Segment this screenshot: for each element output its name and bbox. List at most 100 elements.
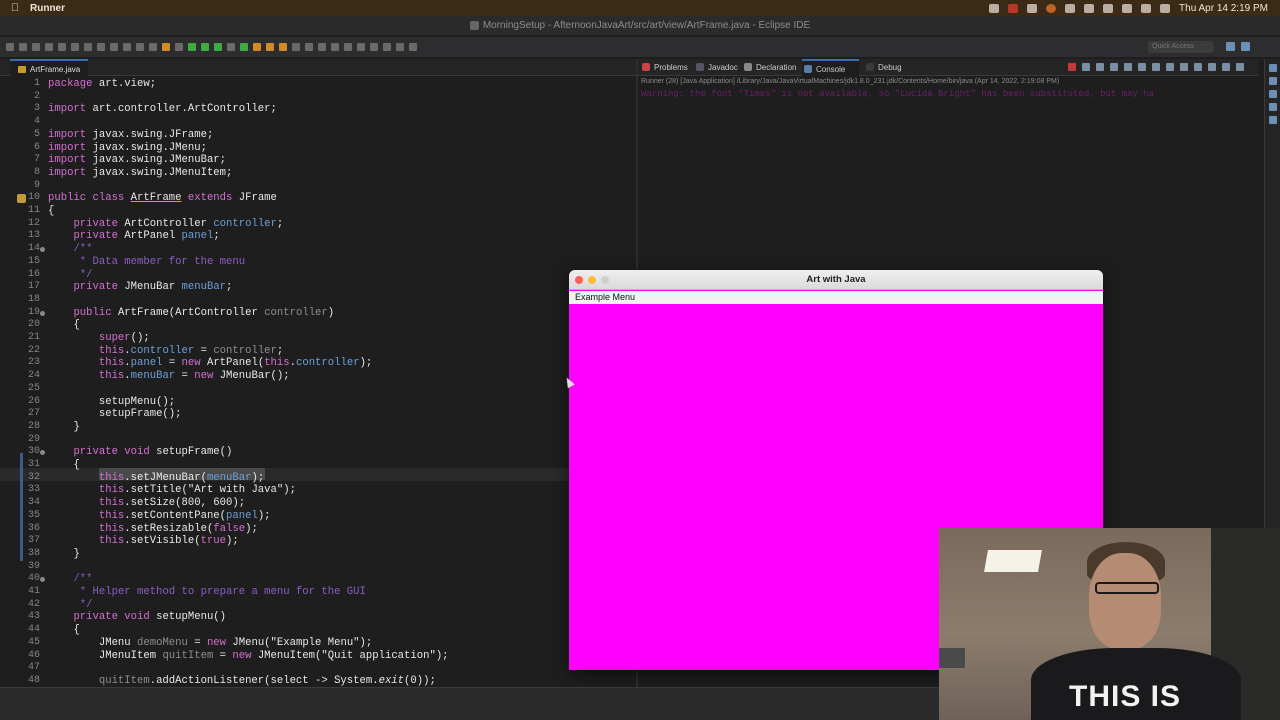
code-line[interactable]: 13 private ArtPanel panel; bbox=[0, 230, 636, 243]
tab-problems[interactable]: Problems bbox=[640, 59, 688, 76]
code-line[interactable]: 21 super(); bbox=[0, 332, 636, 345]
bluetooth-icon[interactable] bbox=[1084, 3, 1095, 13]
code-line[interactable]: 7 import javax.swing.JMenuBar; bbox=[0, 154, 636, 167]
tab-javadoc[interactable]: Javadoc bbox=[694, 59, 738, 76]
show-on-error-icon[interactable] bbox=[1166, 63, 1174, 71]
tab-debug[interactable]: Debug bbox=[864, 59, 902, 76]
code-line[interactable]: 47 bbox=[0, 662, 636, 675]
history-icon[interactable] bbox=[1268, 116, 1277, 124]
code-line[interactable]: 3 import art.controller.ArtController; bbox=[0, 103, 636, 116]
code-line[interactable]: 16 */ bbox=[0, 269, 636, 282]
code-line[interactable]: 23 this.panel = new ArtPanel(this.contro… bbox=[0, 357, 636, 370]
menubar-clock[interactable]: Thu Apr 14 2:19 PM bbox=[1179, 3, 1268, 14]
open-type-icon[interactable] bbox=[279, 43, 287, 51]
app-title-bar[interactable]: Art with Java bbox=[569, 270, 1103, 290]
code-line[interactable]: 30 private void setupFrame() bbox=[0, 446, 636, 459]
apple-icon[interactable]:  bbox=[0, 2, 30, 14]
toggle-block-selection-icon[interactable] bbox=[318, 43, 326, 51]
ant-icon[interactable] bbox=[162, 43, 170, 51]
clear-console-icon[interactable] bbox=[1110, 63, 1118, 71]
last-edit-icon[interactable] bbox=[370, 43, 378, 51]
code-line[interactable]: 1 package art.view; bbox=[0, 78, 636, 91]
remove-all-icon[interactable] bbox=[1096, 63, 1104, 71]
code-line[interactable]: 34 this.setSize(800, 600); bbox=[0, 497, 636, 510]
navigator-icon[interactable] bbox=[1268, 103, 1277, 111]
record-icon[interactable] bbox=[1008, 3, 1019, 13]
code-line[interactable]: 4 bbox=[0, 116, 636, 129]
maximize-icon[interactable] bbox=[1236, 63, 1244, 71]
quick-access-field[interactable]: Quick Access bbox=[1148, 41, 1214, 53]
code-line[interactable]: 42 */ bbox=[0, 599, 636, 612]
code-line[interactable]: 33 this.setTitle("Art with Java"); bbox=[0, 484, 636, 497]
search-icon[interactable] bbox=[1141, 3, 1152, 13]
code-line[interactable]: 2 bbox=[0, 91, 636, 104]
code-line[interactable]: 36 this.setResizable(false); bbox=[0, 523, 636, 536]
print-icon[interactable] bbox=[45, 43, 53, 51]
code-line[interactable]: 14 /** bbox=[0, 243, 636, 256]
code-line[interactable]: 41 * Helper method to prepare a menu for… bbox=[0, 586, 636, 599]
save-icon[interactable] bbox=[19, 43, 27, 51]
code-line[interactable]: 32 this.setJMenuBar(menuBar); bbox=[0, 472, 636, 485]
app-menu-runner[interactable]: Runner bbox=[30, 3, 65, 14]
fold-toggle-icon[interactable] bbox=[40, 310, 45, 316]
show-on-output-icon[interactable] bbox=[1152, 63, 1160, 71]
save-all-icon[interactable] bbox=[32, 43, 40, 51]
status-icon-1[interactable] bbox=[989, 3, 1000, 13]
resume-icon[interactable] bbox=[71, 43, 79, 51]
debug-icon[interactable] bbox=[188, 43, 196, 51]
step-into-icon[interactable] bbox=[110, 43, 118, 51]
search-toolbar-icon[interactable] bbox=[292, 43, 300, 51]
control-center-icon[interactable] bbox=[1160, 3, 1171, 13]
code-line[interactable]: 43 private void setupMenu() bbox=[0, 611, 636, 624]
show-whitespace-icon[interactable] bbox=[331, 43, 339, 51]
step-return-icon[interactable] bbox=[136, 43, 144, 51]
code-line[interactable]: 48 quitItem.addActionListener(select -> … bbox=[0, 675, 636, 687]
fold-toggle-icon[interactable] bbox=[40, 450, 45, 456]
prev-annotation-icon[interactable] bbox=[357, 43, 365, 51]
new-class-icon[interactable] bbox=[266, 43, 274, 51]
code-line[interactable]: 22 this.controller = controller; bbox=[0, 345, 636, 358]
code-line[interactable]: 45 JMenu demoMenu = new JMenu("Example M… bbox=[0, 637, 636, 650]
code-line[interactable]: 25 bbox=[0, 383, 636, 396]
fold-toggle-icon[interactable] bbox=[40, 577, 45, 583]
tab-console[interactable]: Console bbox=[802, 59, 860, 76]
display-console-icon[interactable] bbox=[1194, 63, 1202, 71]
firefox-icon[interactable] bbox=[1046, 3, 1057, 13]
next-annotation-icon[interactable] bbox=[344, 43, 352, 51]
remove-launch-icon[interactable] bbox=[1082, 63, 1090, 71]
code-line[interactable]: 19 public ArtFrame(ArtController control… bbox=[0, 307, 636, 320]
battery-icon[interactable] bbox=[1103, 3, 1114, 13]
forward-icon[interactable] bbox=[396, 43, 404, 51]
coverage-icon[interactable] bbox=[214, 43, 222, 51]
open-console-icon[interactable] bbox=[1208, 63, 1216, 71]
open-perspective-icon[interactable] bbox=[1226, 42, 1235, 51]
code-line[interactable]: 5 import javax.swing.JFrame; bbox=[0, 129, 636, 142]
close-window-button[interactable] bbox=[575, 276, 583, 284]
code-line[interactable]: 37 this.setVisible(true); bbox=[0, 535, 636, 548]
run-icon[interactable] bbox=[201, 43, 209, 51]
terminate-console-icon[interactable] bbox=[1068, 63, 1076, 71]
code-line[interactable]: 9 bbox=[0, 180, 636, 193]
code-line[interactable]: 15 * Data member for the menu bbox=[0, 256, 636, 269]
code-line[interactable]: 31 { bbox=[0, 459, 636, 472]
code-line[interactable]: 8 import javax.swing.JMenuItem; bbox=[0, 167, 636, 180]
new-icon[interactable] bbox=[6, 43, 14, 51]
code-line[interactable]: 28 } bbox=[0, 421, 636, 434]
code-line[interactable]: 6 import javax.swing.JMenu; bbox=[0, 142, 636, 155]
code-line[interactable]: 44 { bbox=[0, 624, 636, 637]
code-line[interactable]: 24 this.menuBar = new JMenuBar(); bbox=[0, 370, 636, 383]
code-editor[interactable]: 1 package art.view; 2 3 import art.controlle… bbox=[0, 77, 636, 687]
code-line[interactable]: 27 setupFrame(); bbox=[0, 408, 636, 421]
word-wrap-icon[interactable] bbox=[1138, 63, 1146, 71]
tab-declaration[interactable]: Declaration bbox=[742, 59, 796, 76]
external-tools-icon[interactable] bbox=[227, 43, 235, 51]
code-line[interactable]: 40 /** bbox=[0, 573, 636, 586]
window-icon[interactable] bbox=[1027, 3, 1038, 13]
code-line[interactable]: 18 bbox=[0, 294, 636, 307]
toggle-mark-occurrences-icon[interactable] bbox=[305, 43, 313, 51]
code-line[interactable]: 29 bbox=[0, 434, 636, 447]
volume-icon[interactable] bbox=[1065, 3, 1076, 13]
code-line[interactable]: 12 private ArtController controller; bbox=[0, 218, 636, 231]
skip-breakpoints-icon[interactable] bbox=[58, 43, 66, 51]
code-line[interactable]: 35 this.setContentPane(panel); bbox=[0, 510, 636, 523]
